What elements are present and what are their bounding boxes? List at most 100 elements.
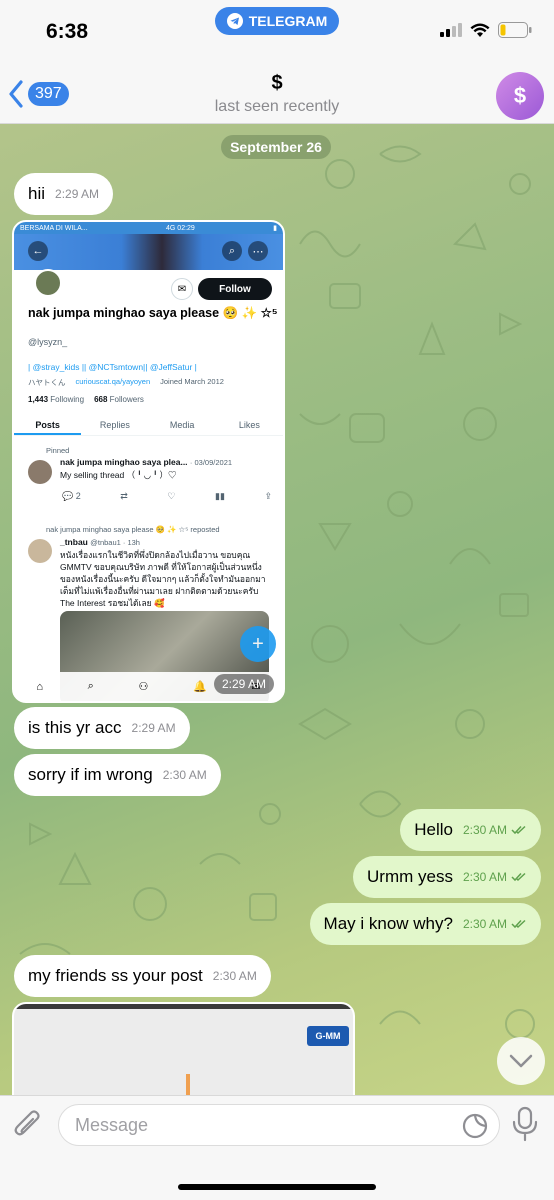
embedded-status-bar: BERSAMA DI WILA... 4G 02:29 ▮ [14,222,283,234]
reply-icon: 💬 2 [62,491,81,501]
incoming-message[interactable]: sorry if im wrong 2:30 AM [14,754,221,796]
message-text: Hello [414,820,453,839]
message-time: 2:29 AM [131,721,176,735]
message-time: 2:30 AM [212,969,257,983]
repost-label: nak jumpa minghao saya please 🥺 ✨ ☆⁵ rep… [46,525,220,534]
outgoing-message[interactable]: May i know why? 2:30 AM [309,903,541,945]
tab-replies: Replies [99,420,130,430]
notifications-icon: 🔔 [193,681,207,693]
tab-likes: Likes [238,420,260,430]
following-count: 1,443 [28,395,49,404]
embedded-clock: 02:29 [177,224,195,232]
battery-icon [498,22,532,38]
double-check-icon [511,919,526,929]
meta-joined: Joined March 2012 [160,377,224,386]
message-text: my friends ss your post [28,966,203,985]
sticker-icon [462,1113,488,1139]
pinned-date: · 03/09/2021 [189,458,233,467]
message-time: 2:30 AM [462,917,507,931]
like-icon: ♡ [167,491,176,501]
pinned-label: Pinned [46,446,70,455]
outgoing-message[interactable]: Hello 2:30 AM [400,809,541,851]
microphone-icon [512,1106,538,1142]
repost-author: _tnbau [60,537,88,547]
followers-label: Followers [109,395,144,404]
profile-handle: @lysyzn_ [28,337,68,347]
image-timestamp: 2:29 AM [214,674,275,694]
profile-banner: ← ⌕ ⋯ [14,234,283,270]
search-icon: ⌕ [87,680,94,692]
repost-handle: @tnbau1 · 13h [90,538,140,547]
home-icon: ⌂ [36,680,43,693]
message-icon: ✉ [171,278,193,300]
back-arrow-icon: ← [28,241,48,261]
message-time: 2:30 AM [462,870,507,884]
incoming-message[interactable]: hii 2:29 AM [14,173,114,215]
message-time: 2:30 AM [162,768,207,782]
scroll-down-button[interactable] [497,1037,545,1085]
message-input[interactable] [59,1105,419,1145]
date-separator: September 26 [221,135,331,159]
repost-text: หนังเรื่องแรกในชีวิตที่พึ่งปิดกล้องไปเมื… [60,550,266,608]
message-input-bar [0,1095,554,1200]
retweet-icon: ⇄ [120,491,128,501]
compose-icon: + [240,626,276,662]
outgoing-message[interactable]: Urmm yess 2:30 AM [353,856,541,898]
home-indicator [178,1184,376,1190]
last-seen-status: last seen recently [214,98,340,115]
more-icon: ⋯ [248,241,268,261]
profile-name: nak jumpa minghao saya please 🥺 ✨ ☆⁵ [28,306,278,320]
following-label: Following [50,395,85,404]
message-time: 2:29 AM [55,187,100,201]
communities-icon: ⚇ [138,681,149,693]
screenshot-image-message[interactable]: BERSAMA DI WILA... 4G 02:29 ▮ ← ⌕ ⋯ ✉ Fo… [12,220,285,703]
image-detail [186,1074,190,1095]
sticker-button[interactable] [461,1112,489,1145]
clock: 6:38 [46,20,89,43]
incoming-message[interactable]: my friends ss your post 2:30 AM [14,955,271,997]
meta-name: ハヤトくん [28,378,66,387]
chat-header: 397 $ last seen recently $ [0,66,554,124]
telegram-icon [226,13,243,29]
profile-meta: ハヤトくん curiouscat.qa/yayoyen Joined March… [28,377,224,388]
contact-avatar[interactable]: $ [496,72,544,120]
message-text: hii [28,184,46,203]
pinned-author: nak jumpa minghao saya plea... [60,457,188,467]
message-text: May i know why? [323,914,453,933]
message-time: 2:30 AM [462,823,507,837]
followers-count: 668 [94,395,108,404]
reply-count: 2 [75,491,81,501]
paperclip-icon [14,1110,40,1136]
embedded-battery-icon: ▮ [273,225,277,232]
incoming-message[interactable]: is this yr acc 2:29 AM [14,707,190,749]
profile-bio-links: | @stray_kids || @NCTsmtown|| @JeffSatur… [28,362,197,372]
chat-title[interactable]: $ [0,72,554,95]
meta-link: curiouscat.qa/yayoyen [75,377,151,386]
views-icon: ▮▮ [215,491,225,501]
double-check-icon [511,825,526,835]
message-text: Urmm yess [367,867,453,886]
system-icons [440,22,532,38]
reposted-tweet: nak jumpa minghao saya please 🥺 ✨ ☆⁵ rep… [28,525,273,609]
tweet-actions: 💬 2 ⇄ ♡ ▮▮ ⇪ [62,491,272,502]
pinned-tweet: Pinned nak jumpa minghao saya plea... · … [28,446,273,502]
message-text: is this yr acc [28,718,122,737]
wifi-icon [470,23,490,37]
pinned-text: My selling thread （╹◡╹）♡ [60,470,177,480]
share-icon: ⇪ [264,491,272,501]
telegram-pill-label: TELEGRAM [248,13,328,29]
tweet-avatar [28,460,52,484]
attach-button[interactable] [12,1108,44,1147]
chat-area[interactable]: September 26 hii 2:29 AM BERSAMA DI WILA… [0,124,554,1095]
follow-button: Follow [198,278,272,300]
telegram-pill[interactable]: TELEGRAM [215,7,339,35]
second-image-message[interactable]: G-MM [12,1002,355,1095]
signal-icon [440,23,462,37]
message-field[interactable] [58,1104,500,1146]
tab-media: Media [169,420,195,430]
message-text: sorry if im wrong [28,765,153,784]
gmm-logo: G-MM [307,1026,349,1046]
search-icon: ⌕ [222,241,242,261]
tab-posts: Posts [14,414,82,435]
voice-message-button[interactable] [510,1106,540,1147]
